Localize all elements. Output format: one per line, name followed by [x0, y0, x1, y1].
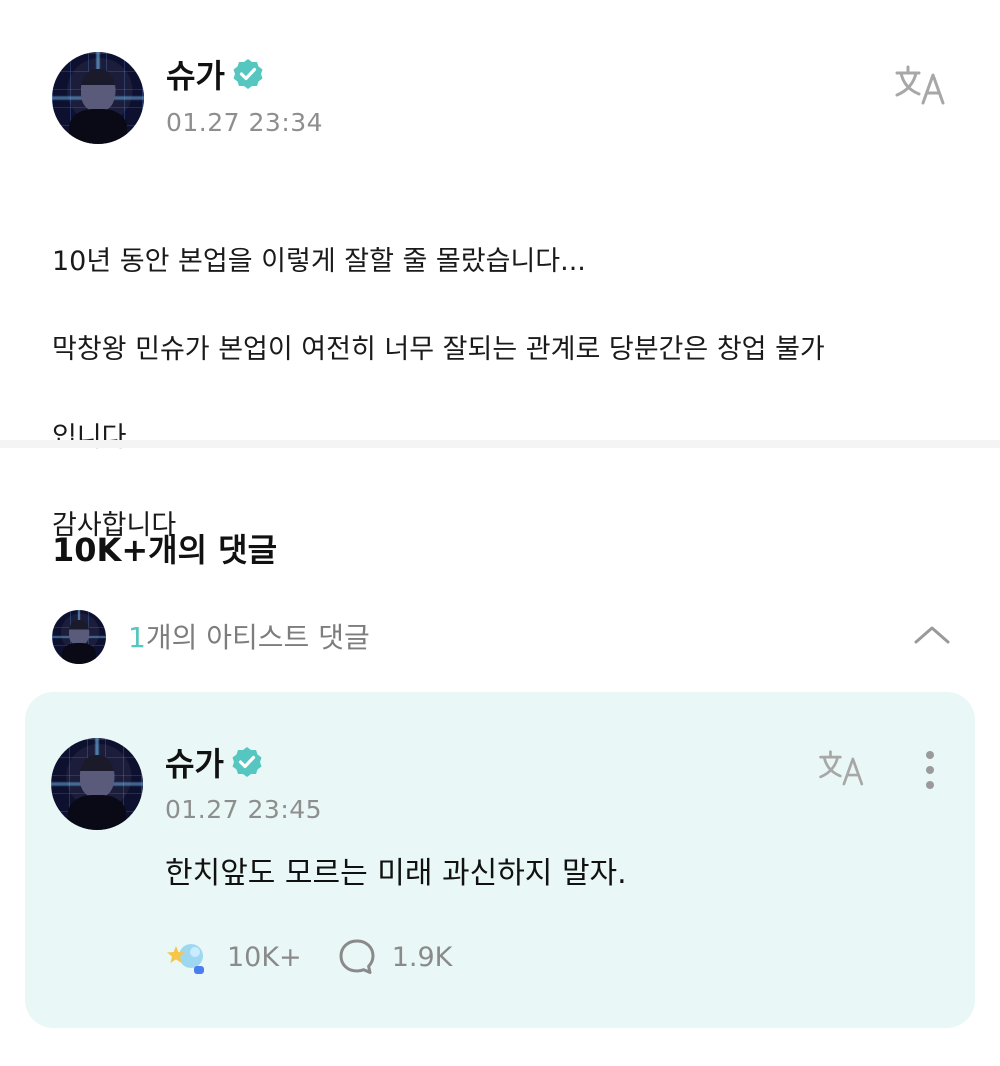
reply-count: 1.9K [391, 941, 453, 973]
translate-icon[interactable] [890, 56, 954, 112]
author-name[interactable]: 슈가 [166, 51, 225, 97]
author-name-row: 슈가 [166, 52, 265, 96]
artist-comments-label: 1개의 아티스트 댓글 [128, 616, 370, 656]
artist-avatar-small [52, 610, 106, 664]
post-timestamp: 01.27 23:34 [166, 108, 324, 137]
author-avatar[interactable] [52, 52, 144, 144]
like-count: 10K+ [227, 941, 302, 973]
comments-count-title: 10K+개의 댓글 [52, 531, 278, 569]
avatar-face [81, 68, 115, 111]
chevron-up-icon[interactable] [910, 620, 954, 650]
comment-timestamp: 01.27 23:45 [165, 795, 323, 824]
post-line: 입니다 [52, 422, 127, 453]
avatar-face [80, 754, 114, 797]
more-vertical-icon[interactable] [915, 747, 945, 793]
section-divider [0, 440, 1000, 448]
comment-author-name[interactable]: 슈가 [165, 739, 224, 785]
comment-bubble-icon[interactable] [336, 936, 378, 978]
avatar-body [68, 109, 128, 144]
comment-text: 한치앞도 모르는 미래 과신하지 말자. [165, 856, 627, 891]
verified-badge-icon [233, 59, 263, 89]
avatar-body [61, 643, 97, 664]
artist-comments-toggle[interactable]: 1개의 아티스트 댓글 [52, 608, 962, 664]
like-star-icon[interactable] [165, 934, 211, 980]
comment-stats: 10K+ 1.9K [165, 934, 452, 980]
verified-badge-icon [232, 747, 262, 777]
comment-author-row: 슈가 [165, 740, 264, 784]
artist-comment-card: 슈가 01.27 23:45 한치앞도 모르는 미래 과신하지 말자. 10K+… [25, 692, 975, 1028]
avatar-face [69, 619, 89, 645]
post-line: 막창왕 민슈가 본업이 여전히 너무 잘되는 관계로 당분간은 창업 불가 [52, 334, 825, 365]
avatar-body [67, 795, 127, 830]
artist-comment-count: 1 [128, 621, 146, 654]
translate-icon[interactable] [815, 744, 871, 790]
post-line: 10년 동안 본업을 이렇게 잘할 줄 몰랐습니다... [52, 246, 586, 277]
comment-author-avatar[interactable] [51, 738, 143, 830]
artist-comment-label-text: 개의 아티스트 댓글 [145, 621, 370, 654]
